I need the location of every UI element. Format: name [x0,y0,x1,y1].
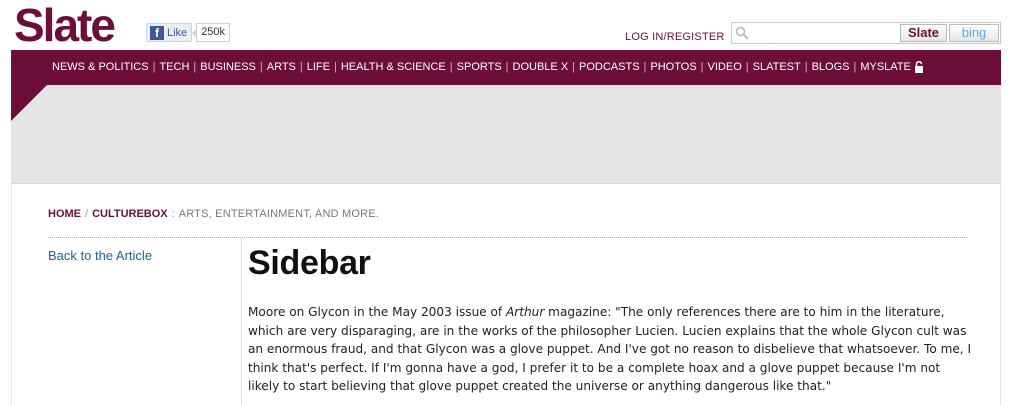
nav-item-business[interactable]: BUSINESS [200,61,256,73]
nav-separator: | [572,61,576,73]
lock-icon [914,61,923,73]
nav-item-sports[interactable]: SPORTS [457,61,502,73]
nav-item-news-politics[interactable]: NEWS & POLITICS [52,61,149,73]
top-bar: Slate f Like 250k LOG IN/REGISTER Slate … [0,0,1012,50]
search-bing-button[interactable]: bing [949,24,999,42]
breadcrumb: HOME / CULTUREBOX : ARTS, ENTERTAINMENT,… [48,208,379,220]
back-to-article-link[interactable]: Back to the Article [48,248,152,263]
nav-item-myslate[interactable]: MYSLATE [860,61,911,73]
facebook-like-button[interactable]: f Like [146,23,193,42]
nav-item-blogs[interactable]: BLOGS [812,61,850,73]
nav-item-health-science[interactable]: HEALTH & SCIENCE [341,61,446,73]
ad-banner-area [11,85,1001,184]
breadcrumb-colon: : [171,208,175,220]
nav-separator: | [152,61,156,73]
nav-separator: | [745,61,749,73]
nav-separator: | [804,61,808,73]
breadcrumb-culturebox-link[interactable]: CULTUREBOX [92,208,168,220]
nav-separator: | [853,61,857,73]
nav-separator: | [643,61,647,73]
nav-item-slatest[interactable]: SLATEST [753,61,801,73]
search-input[interactable] [752,25,900,41]
magazine-title: Arthur [506,305,545,319]
login-register-link[interactable]: LOG IN/REGISTER [625,31,725,43]
search-box: Slate bing [731,22,1001,44]
nav-separator: | [333,61,337,73]
nav-item-photos[interactable]: PHOTOS [650,61,696,73]
nav-item-video[interactable]: VIDEO [708,61,742,73]
article-body: Moore on Glycon in the May 2003 issue of… [248,303,973,396]
main-nav: NEWS & POLITICS | TECH | BUSINESS | ARTS | LIFE |… [52,61,924,73]
article-body-start: Moore on Glycon in the May 2003 issue of [248,305,507,319]
nav-separator: | [700,61,704,73]
facebook-like-label: Like [167,26,188,39]
nav-separator: | [299,61,303,73]
facebook-like-count: 250k [192,23,231,42]
page-title: Sidebar [248,244,371,282]
nav-separator: | [505,61,509,73]
nav-separator: | [449,61,453,73]
nav-item-double-x[interactable]: DOUBLE X [513,61,569,73]
nav-item-life[interactable]: LIFE [307,61,330,73]
dotted-divider [48,237,967,238]
search-slate-button[interactable]: Slate [900,24,947,42]
nav-item-tech[interactable]: TECH [159,61,189,73]
nav-item-podcasts[interactable]: PODCASTS [579,61,640,73]
nav-separator: | [259,61,263,73]
search-icon [735,26,749,40]
slate-logo[interactable]: Slate [14,2,116,48]
breadcrumb-slash: / [85,208,89,220]
nav-item-arts[interactable]: ARTS [267,61,296,73]
main-nav-bar: NEWS & POLITICS | TECH | BUSINESS | ARTS | LIFE |… [11,50,1001,85]
nav-corner-fold [11,85,47,121]
facebook-like-widget: f Like 250k [146,23,231,42]
breadcrumb-home-link[interactable]: HOME [48,208,81,220]
breadcrumb-section-description: ARTS, ENTERTAINMENT, AND MORE. [178,208,380,220]
column-divider [241,238,242,405]
facebook-icon: f [150,25,164,40]
nav-separator: | [193,61,197,73]
